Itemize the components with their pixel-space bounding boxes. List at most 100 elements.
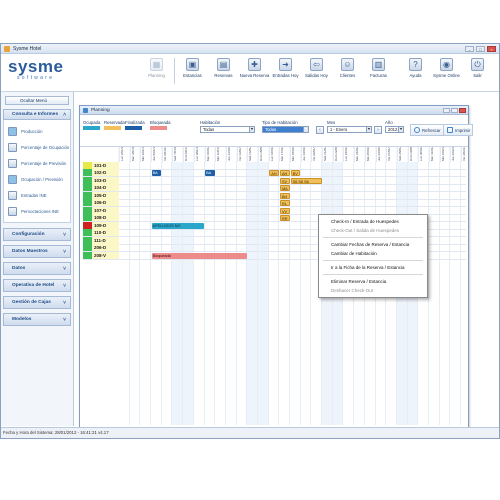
toolbar-clientes-button[interactable]: ☺ Clientes — [332, 58, 363, 84]
toolbar-estancias-button[interactable]: ▣ Estancias — [177, 58, 208, 84]
tipo-habitacion-select[interactable]: Todas ▼ — [262, 126, 309, 133]
report-icon — [8, 142, 17, 152]
day-header-cell: Mié 18/01/12 — [290, 147, 301, 162]
booking-bar[interactable]: SV — [280, 177, 290, 184]
chevron-down-icon: ▼ — [249, 127, 254, 132]
toolbar-ayuda-button[interactable]: ? Ayuda — [400, 58, 431, 78]
sidebar-item-4[interactable]: Entradas INE — [4, 187, 70, 203]
booking-bar[interactable]: Bloqueada — [151, 252, 247, 259]
tipo-habitacion-label: Tipo de Habitación — [262, 120, 298, 125]
legend-swatch — [104, 126, 121, 130]
sidebar-sections: Configuración ˅ Datos Maestros ˅ Datos ˅ Opera… — [1, 228, 73, 326]
toolbar-salir-button[interactable]: ⏻ Salir — [462, 58, 493, 78]
maximize-button[interactable]: □ — [476, 45, 485, 52]
booking-bar[interactable]: AH — [269, 170, 279, 176]
sidebar-item-0[interactable]: Producción — [4, 123, 70, 139]
chevron-down-icon: ˅ — [63, 316, 66, 323]
section-title: Configuración — [12, 232, 45, 237]
booking-bar[interactable]: BA — [151, 170, 162, 176]
toolbar-label: Salidas Hoy — [305, 73, 328, 78]
room-status-color — [83, 161, 92, 169]
sidebar-item-1[interactable]: Porcentaje de Ocupación — [4, 139, 70, 155]
menu-separator — [323, 274, 423, 275]
day-header-cell: Mié 4/01/12 — [140, 147, 152, 162]
booking-bar[interactable]: VV — [280, 207, 290, 214]
toolbar-reservas-button[interactable]: ▤ Reservas — [208, 58, 239, 84]
section-title: Operativa de Hotel — [12, 283, 55, 288]
legend-swatch — [125, 126, 142, 130]
room-status-color — [83, 214, 92, 222]
section-modelos[interactable]: Modelos ˅ — [3, 313, 71, 326]
section-datos[interactable]: Datos ˅ — [3, 262, 71, 275]
booking-bar[interactable]: APELLIDOS NO — [151, 222, 205, 229]
day-header-cell: Lun 16/01/12 — [268, 147, 280, 162]
planning-maximize-button[interactable] — [451, 107, 458, 113]
room-name: 104-D — [92, 184, 119, 192]
context-menu-item[interactable]: Ir a la Ficha de la Reserva / Estancia — [319, 263, 427, 272]
sidebar-item-3[interactable]: Ocupación / Previsión — [4, 171, 70, 187]
sidebar-item-label: Entradas INE — [21, 192, 47, 198]
room-status-color — [83, 206, 92, 214]
section-datos-maestros[interactable]: Datos Maestros ˅ — [3, 245, 71, 258]
minimize-button[interactable]: – — [465, 45, 474, 52]
toolbar-facturas-button[interactable]: ▥ Facturas — [363, 58, 394, 84]
day-header-cell: Jue 5/01/12 — [151, 147, 162, 162]
sidebar-item-5[interactable]: Pernoctaciones INE — [4, 203, 70, 219]
sidebar-item-label: Pernoctaciones INE — [21, 208, 59, 214]
refresh-button[interactable]: Refrescar — [410, 124, 445, 136]
toolbar-planning-button: ▦ Planning — [141, 58, 172, 84]
hide-menu-button[interactable]: Ocultar Menú — [5, 96, 69, 105]
logo-wordmark: sysme — [8, 57, 64, 76]
sidebar-item-2[interactable]: Porcentaje de Previsión — [4, 155, 70, 171]
room-status-color — [83, 199, 92, 207]
booking-bar[interactable]: RR — [280, 215, 290, 221]
mes-select[interactable]: 1 - Enero ▼ — [327, 126, 372, 133]
print-icon — [447, 127, 453, 133]
booking-bar[interactable]: MA — [280, 185, 290, 191]
booking-bar[interactable]: BV — [290, 170, 301, 176]
print-label: Imprimir — [455, 127, 471, 133]
room-name: 103-D — [92, 176, 119, 184]
planning-minimize-button[interactable] — [443, 107, 450, 113]
section-operativa-de-hotel[interactable]: Operativa de Hotel ˅ — [3, 279, 71, 292]
print-button[interactable]: Imprimir — [443, 124, 473, 136]
toolbar-entradas-hoy-button[interactable]: ➜ Entradas Hoy — [270, 58, 301, 84]
booking-bar[interactable]: RL — [280, 200, 290, 206]
context-menu-item[interactable]: Check-In / Entrada de Huespedes — [319, 217, 427, 226]
section-title: Datos Maestros — [12, 249, 48, 254]
booking-bar[interactable]: AH — [280, 170, 290, 176]
section-configuración[interactable]: Configuración ˅ — [3, 228, 71, 241]
status-bar: Fecha y Hora del Sistema: 28/01/2012 - 1… — [1, 427, 499, 438]
toolbar-label: Estancias — [183, 73, 202, 78]
day-header-cell: Sáb 21/01/12 — [322, 147, 333, 162]
toolbar-sysme-online-button[interactable]: ◉ Sysme Online — [431, 58, 462, 78]
chevron-down-icon: ˅ — [63, 299, 66, 306]
room-status-color — [83, 191, 92, 199]
planning-close-button[interactable] — [459, 107, 466, 113]
legend-bloqueada: Bloqueada — [150, 120, 171, 130]
clients-icon: ☺ — [341, 58, 354, 71]
planning-window-controls — [443, 107, 468, 113]
toolbar-salidas-hoy-button[interactable]: ⇦ Salidas Hoy — [301, 58, 332, 84]
habitacion-select[interactable]: Todas ▼ — [200, 126, 255, 133]
day-header-cell: Jue 12/01/12 — [225, 147, 237, 162]
toolbar-label: Nueva Reserva — [239, 73, 270, 78]
context-menu-item[interactable]: Cambiar Fechas de Reserva / Estancia — [319, 240, 427, 249]
anio-select[interactable]: 2012 ▼ — [385, 126, 404, 133]
chevron-down-icon: ˅ — [63, 231, 66, 238]
booking-bar[interactable]: BA — [205, 170, 215, 176]
section-gestión-de-cajas[interactable]: Gestión de Cajas ˅ — [3, 296, 71, 309]
context-menu-item[interactable]: Cambiar de Habitación — [319, 249, 427, 258]
context-menu-item[interactable]: Eliminar Reserva / Estancia — [319, 277, 427, 286]
toolbar-nueva-reserva-button[interactable]: ✚ Nueva Reserva — [239, 58, 270, 84]
room-name: 109-D — [92, 221, 119, 229]
booking-bar[interactable]: S6 S6 S6 — [290, 177, 322, 184]
next-month-button[interactable]: › — [374, 126, 382, 134]
section-title: Datos — [12, 266, 26, 271]
day-header-cell: Dom 15/01/12 — [257, 147, 269, 162]
booking-bar[interactable]: BH — [280, 192, 290, 199]
room-name: 106-D — [92, 199, 119, 207]
prev-month-button[interactable]: ‹ — [316, 126, 324, 134]
section-consulta-informes[interactable]: Consulta e Informes ˄ — [3, 109, 71, 120]
close-button[interactable]: × — [487, 45, 496, 52]
